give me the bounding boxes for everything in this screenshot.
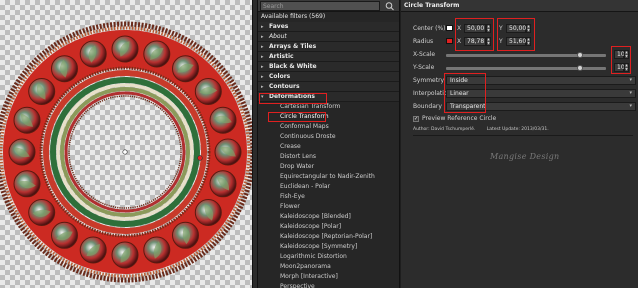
chevron-right-icon[interactable]: ▸ bbox=[261, 52, 269, 62]
circle-transform-highlight bbox=[268, 112, 326, 122]
filter-item[interactable]: Flower bbox=[258, 202, 399, 212]
latest-update-text: Latest Update: 2013/03/31. bbox=[486, 127, 549, 132]
filter-category-label: Artistic bbox=[269, 53, 294, 60]
x-scale-label: X-Scale bbox=[413, 51, 436, 58]
scale-fields-highlight bbox=[611, 46, 631, 74]
filter-item[interactable]: Moon2panorama bbox=[258, 262, 399, 272]
filter-item[interactable]: Kaleidoscope [Symmetry] bbox=[258, 242, 399, 252]
filter-item[interactable]: Perspective bbox=[258, 282, 399, 288]
filter-list-panel: Available filters (569) ▸Faves▸About▸Arr… bbox=[258, 0, 400, 288]
filter-item[interactable]: Drop Water bbox=[258, 162, 399, 172]
preview-reference-label: Preview Reference Circle bbox=[422, 115, 497, 122]
filter-category[interactable]: ▸ Artistic bbox=[258, 52, 399, 62]
chevron-down-icon: ▾ bbox=[629, 90, 632, 96]
filter-category-label: Colors bbox=[269, 73, 291, 80]
image-preview-canvas[interactable] bbox=[0, 0, 252, 288]
filter-category[interactable]: ▸ Colors bbox=[258, 72, 399, 82]
filter-category-list: ▸ Faves ▸ About ▸ Arrays & Tiles ▸ Artistic ▸ Bla… bbox=[258, 22, 399, 102]
radius-handle bbox=[197, 155, 203, 161]
center-radius-y-highlight bbox=[497, 18, 535, 51]
filter-category-label: Arrays & Tiles bbox=[269, 43, 317, 50]
chevron-right-icon[interactable]: ▸ bbox=[261, 42, 269, 52]
filter-item[interactable]: Fish-Eye bbox=[258, 192, 399, 202]
filter-item[interactable]: Logarithmic Distortion bbox=[258, 252, 399, 262]
filter-item[interactable]: Distort Lens bbox=[258, 152, 399, 162]
author-text: Author: David Tschumperlé. bbox=[413, 127, 476, 132]
filters-count-title: Available filters (569) bbox=[261, 13, 326, 20]
chevron-right-icon[interactable]: ▸ bbox=[261, 72, 269, 82]
search-icon[interactable] bbox=[384, 1, 396, 11]
filter-item[interactable]: Kaleidoscope [Blended] bbox=[258, 212, 399, 222]
filter-item[interactable]: Continuous Droste bbox=[258, 132, 399, 142]
y-scale-slider-handle[interactable] bbox=[577, 65, 584, 71]
center-color-swatch[interactable] bbox=[446, 25, 453, 31]
y-scale-label: Y-Scale bbox=[413, 64, 435, 71]
search-input[interactable] bbox=[260, 1, 380, 11]
boundary-label: Boundary bbox=[413, 103, 442, 110]
filter-category[interactable]: ▸ About bbox=[258, 32, 399, 42]
chevron-right-icon[interactable]: ▸ bbox=[261, 32, 269, 42]
settings-divider bbox=[413, 135, 633, 136]
dropdowns-highlight bbox=[444, 73, 486, 113]
center-label: Center (%) bbox=[413, 25, 446, 32]
x-scale-slider-handle[interactable] bbox=[577, 52, 584, 58]
filter-category[interactable]: ▸ Faves bbox=[258, 22, 399, 32]
filter-settings-panel: Circle Transform Center (%) X 50,00 ▲ ▼ Y… bbox=[401, 0, 638, 288]
filter-category[interactable]: ▸ Contours bbox=[258, 82, 399, 92]
settings-title: Circle Transform bbox=[404, 2, 460, 9]
preview-reference-checkbox[interactable]: ✓ bbox=[413, 116, 419, 122]
filter-item[interactable]: Crease bbox=[258, 142, 399, 152]
filter-category-label: Black & White bbox=[269, 63, 317, 70]
filter-category-label: About bbox=[269, 33, 287, 40]
chevron-right-icon[interactable]: ▸ bbox=[261, 22, 269, 32]
filter-category[interactable]: ▸ Arrays & Tiles bbox=[258, 42, 399, 52]
watermark-signature: Mangise Design bbox=[490, 152, 560, 161]
search-bar bbox=[258, 0, 399, 12]
filter-item[interactable]: Conformal Maps bbox=[258, 122, 399, 132]
filter-item[interactable]: Euclidean - Polar bbox=[258, 182, 399, 192]
filter-category-label: Contours bbox=[269, 83, 300, 90]
chevron-right-icon[interactable]: ▸ bbox=[261, 62, 269, 72]
filter-category-label: Faves bbox=[269, 23, 289, 30]
filter-item[interactable]: Equirectangular to Nadir-Zenith bbox=[258, 172, 399, 182]
circle-transform-preview bbox=[0, 21, 252, 283]
center-handle bbox=[122, 149, 128, 155]
filter-item[interactable]: Morph [Interactive] bbox=[258, 272, 399, 282]
filter-category[interactable]: ▸ Black & White bbox=[258, 62, 399, 72]
filter-item[interactable]: Kaleidoscope [Reptorian-Polar] bbox=[258, 232, 399, 242]
filter-credits: Author: David Tschumperlé. Latest Update… bbox=[413, 127, 559, 132]
chevron-down-icon: ▾ bbox=[629, 77, 632, 83]
deformations-filter-list: Cartesian Transform Circle Transform Confo… bbox=[258, 102, 399, 288]
deformations-highlight bbox=[259, 93, 327, 104]
filter-item[interactable]: Kaleidoscope [Polar] bbox=[258, 222, 399, 232]
radius-color-swatch[interactable] bbox=[446, 38, 453, 44]
chevron-right-icon[interactable]: ▸ bbox=[261, 82, 269, 92]
radius-label: Radius bbox=[413, 38, 434, 45]
chevron-down-icon: ▾ bbox=[629, 103, 632, 109]
symmetry-label: Symmetry bbox=[413, 77, 445, 84]
center-radius-x-highlight bbox=[455, 18, 494, 51]
